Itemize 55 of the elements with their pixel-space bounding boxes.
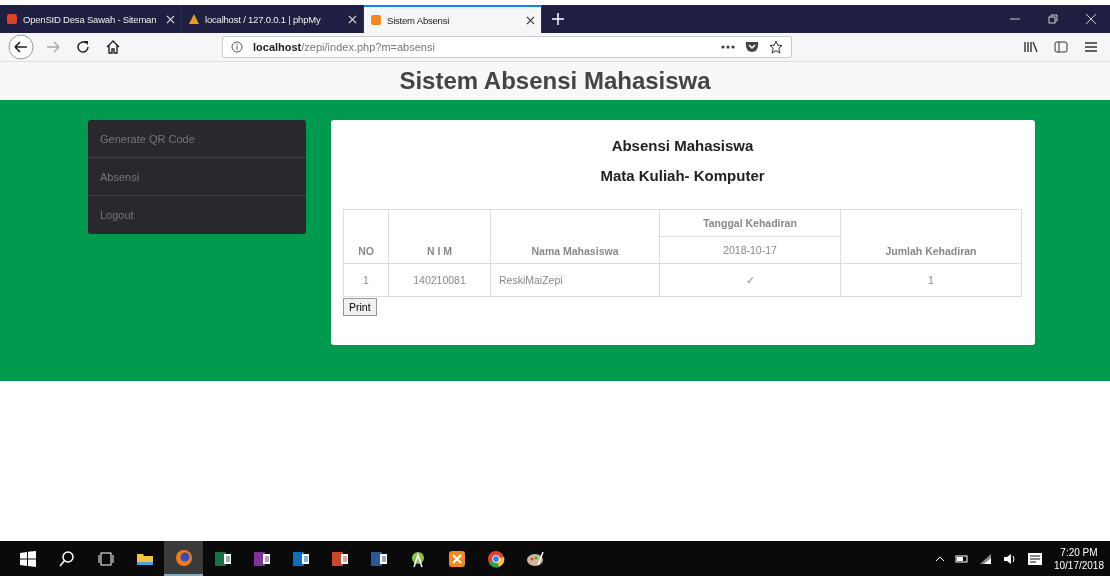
home-icon[interactable] [106,40,120,54]
column-header: NO [343,209,389,264]
table-cell: 1 [343,263,389,297]
app-icon [96,549,115,568]
print-button[interactable]: Print [343,298,377,316]
address-bar[interactable]: localhost/zepi/index.php?m=absensi [222,36,792,58]
column-header: N I M [388,209,491,264]
app-icon [447,549,466,568]
clock-date: 10/17/2018 [1053,558,1104,572]
speaker-icon[interactable] [1002,552,1017,565]
table-cell: ReskiMaiZepi [490,263,660,297]
pocket-icon[interactable] [745,41,759,53]
clock[interactable]: 7:20 PM 10/17/2018 [1047,545,1110,572]
favicon-icon [370,14,382,26]
app-icon [369,549,388,568]
more-icon[interactable] [721,45,735,49]
table-cell: 140210081 [388,263,491,297]
restore-icon[interactable] [1048,14,1058,24]
menu-icon[interactable] [1084,41,1098,53]
app-icon [174,548,193,567]
reload-icon[interactable] [76,40,90,54]
chevron-up-icon[interactable] [934,555,945,562]
new-tab-icon[interactable] [552,13,564,25]
app-icon [525,549,544,568]
app-icon [291,549,310,568]
back-icon[interactable] [8,34,34,60]
star-icon[interactable] [769,40,783,54]
column-header: Nama Mahasiswa [490,209,660,264]
sail-icon [188,13,200,25]
info-icon [231,41,243,53]
card-heading: Absensi Mahasiswa [610,137,755,156]
tab-title: localhost / 127.0.0.1 | phpMy [205,13,322,25]
column-header: Jumlah Kehadiran [840,209,1022,264]
card-subheading: Mata Kuliah- Komputer [599,167,766,186]
wifi-icon[interactable] [978,552,993,565]
table-cell: 1 [840,263,1022,297]
app-icon [330,549,349,568]
close-icon[interactable] [526,15,535,25]
favicon-icon [6,13,18,25]
app-icon [486,549,505,568]
page-title: Sistem Absensi Mahasiswa [0,62,1110,100]
column-header: Tanggal Kehadiran [659,209,841,237]
windows-icon [18,549,37,568]
library-icon[interactable] [1024,41,1038,53]
browser-tab[interactable]: Sistem Absensi [364,5,542,33]
tab-title: OpenSID Desa Sawah - Siteman [23,13,158,25]
clock-time: 7:20 PM [1060,545,1098,559]
app-icon [213,549,232,568]
battery-icon[interactable] [954,553,969,564]
search-icon [57,549,76,568]
sidebar-icon[interactable] [1054,41,1068,53]
notification-icon[interactable] [1026,551,1043,566]
app-icon [252,549,271,568]
tab-title: Sistem Absensi [387,14,451,26]
table-cell: ✓ [659,263,841,297]
